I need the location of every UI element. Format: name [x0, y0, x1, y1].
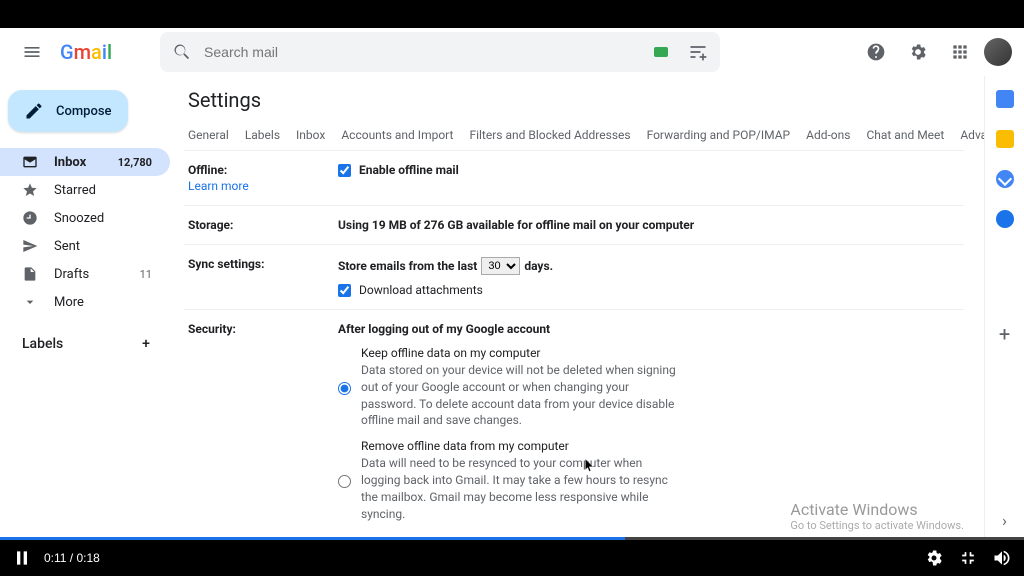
sidebar-item-starred[interactable]: Starred [0, 176, 170, 204]
tab-general[interactable]: General [188, 122, 229, 150]
main-menu-button[interactable] [12, 32, 52, 72]
sidebar-item-sent[interactable]: Sent [0, 232, 170, 260]
tab-accounts-and-import[interactable]: Accounts and Import [341, 122, 453, 150]
download-attachments-checkbox[interactable] [338, 284, 351, 297]
compose-button[interactable]: Compose [8, 90, 128, 132]
pause-button[interactable] [12, 548, 32, 568]
enable-offline-label: Enable offline mail [359, 163, 459, 177]
volume-icon[interactable] [992, 548, 1012, 568]
settings-button[interactable] [900, 34, 936, 70]
keep-data-radio[interactable] [338, 348, 351, 429]
gmail-logo: Gmail [60, 40, 112, 64]
video-controls: 0:11 / 0:18 [0, 540, 1024, 576]
settings-content: Settings General Labels Inbox Accounts and … [170, 76, 984, 540]
sidebar-item-snoozed[interactable]: Snoozed [0, 204, 170, 232]
settings-tabs: General Labels Inbox Accounts and Import Fil… [184, 122, 964, 151]
fullscreen-exit-icon[interactable] [958, 548, 978, 568]
tab-inbox[interactable]: Inbox [296, 122, 325, 150]
tab-labels[interactable]: Labels [245, 122, 280, 150]
calendar-icon[interactable] [996, 90, 1014, 108]
remove-data-title: Remove offline data from my computer [361, 439, 681, 453]
download-attachments-label: Download attachments [359, 283, 483, 297]
tab-advanced[interactable]: Advanced [960, 122, 984, 150]
storage-section-label: Storage: [188, 218, 338, 232]
security-section-label: Security: [188, 322, 338, 532]
tab-chat-and-meet[interactable]: Chat and Meet [866, 122, 944, 150]
account-avatar[interactable] [984, 38, 1012, 66]
add-label-button[interactable]: + [134, 332, 158, 356]
offline-section-label: Offline: Learn more [188, 163, 338, 193]
search-input[interactable] [204, 44, 642, 60]
sidebar-item-inbox[interactable]: Inbox 12,780 [0, 148, 170, 176]
apps-button[interactable] [942, 34, 978, 70]
gmail-header: Gmail [0, 28, 1024, 76]
sidebar: Compose Inbox 12,780 Starred Snoozed [0, 76, 170, 540]
search-icon [172, 42, 192, 62]
page-title: Settings [188, 88, 964, 112]
video-settings-icon[interactable] [924, 548, 944, 568]
keep-data-desc: Data stored on your device will not be d… [361, 362, 681, 429]
sidebar-item-drafts[interactable]: Drafts 11 [0, 260, 170, 288]
search-options-icon[interactable] [688, 42, 708, 62]
sync-section-label: Sync settings: [188, 257, 338, 297]
security-heading: After logging out of my Google account [338, 322, 960, 336]
tasks-icon[interactable] [996, 170, 1014, 188]
tab-add-ons[interactable]: Add-ons [806, 122, 850, 150]
sidebar-item-more[interactable]: More [0, 288, 170, 316]
support-button[interactable] [858, 34, 894, 70]
search-bar[interactable] [160, 32, 720, 72]
video-time: 0:11 / 0:18 [44, 551, 100, 565]
sync-days-select[interactable]: 30 [481, 257, 520, 275]
collapse-panel-button[interactable]: › [1002, 511, 1007, 530]
side-panel: + › [984, 76, 1024, 540]
contacts-icon[interactable] [996, 210, 1014, 228]
storage-usage-text: Using 19 MB of 276 GB available for offl… [338, 218, 960, 232]
tab-filters-and-blocked-addresses[interactable]: Filters and Blocked Addresses [469, 122, 630, 150]
compose-label: Compose [56, 104, 112, 119]
add-addon-button[interactable]: + [999, 322, 1010, 346]
offline-indicator-icon [654, 47, 668, 57]
keep-icon[interactable] [996, 130, 1014, 148]
keep-data-title: Keep offline data on my computer [361, 346, 681, 360]
labels-header: Labels + [0, 316, 170, 356]
tab-forwarding-and-pop-imap[interactable]: Forwarding and POP/IMAP [647, 122, 791, 150]
remove-data-radio[interactable] [338, 441, 351, 522]
learn-more-link[interactable]: Learn more [188, 179, 338, 193]
enable-offline-checkbox[interactable] [338, 164, 351, 177]
remove-data-desc: Data will need to be resynced to your co… [361, 455, 681, 522]
